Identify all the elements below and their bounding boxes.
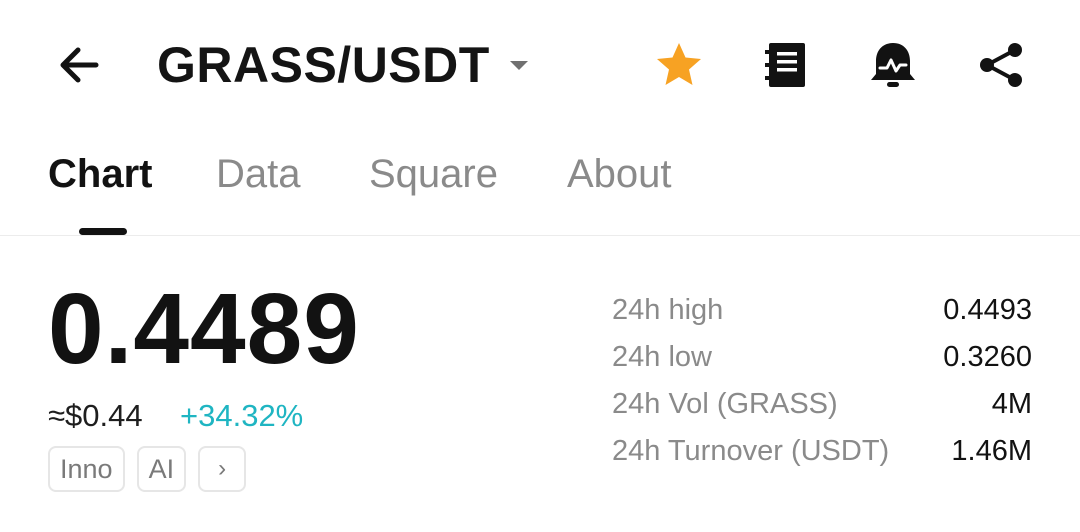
stat-label: 24h Turnover (USDT) (612, 435, 890, 467)
stat-row-24h-low: 24h low 0.3260 (612, 341, 1032, 388)
top-bar: GRASS/USDT (0, 0, 1080, 130)
stat-value: 1.46M (951, 435, 1032, 467)
stats-panel: 24h high 0.4493 24h low 0.3260 24h Vol (… (612, 294, 1032, 482)
stat-label: 24h high (612, 294, 724, 326)
stat-value: 4M (991, 388, 1032, 420)
market-detail-screen: GRASS/USDT Chart Data Square About 0.448… (0, 0, 1080, 532)
tags-more-chevron-icon[interactable]: › (198, 446, 247, 492)
pair-title: GRASS/USDT (157, 37, 490, 93)
tab-chart[interactable]: Chart (48, 152, 152, 197)
share-icon[interactable] (974, 38, 1028, 92)
notebook-icon[interactable] (760, 38, 814, 92)
tab-bar: Chart Data Square About (0, 140, 1080, 236)
tab-square[interactable]: Square (369, 152, 498, 197)
fiat-price: ≈$0.44 (48, 398, 143, 433)
back-arrow-icon[interactable] (52, 38, 106, 92)
active-tab-indicator (79, 228, 127, 235)
stat-value: 0.4493 (943, 294, 1032, 326)
tag-inno[interactable]: Inno (48, 446, 125, 492)
pair-selector[interactable]: GRASS/USDT (157, 30, 528, 100)
stat-label: 24h Vol (GRASS) (612, 388, 838, 420)
stat-value: 0.3260 (943, 341, 1032, 373)
price-change-percent: +34.32% (180, 398, 304, 433)
star-icon[interactable] (652, 38, 706, 92)
tag-ai[interactable]: AI (136, 446, 187, 492)
stat-label: 24h low (612, 341, 712, 373)
tag-list: Inno AI › (48, 446, 247, 492)
last-price: 0.4489 (48, 273, 360, 385)
stat-row-24h-turnover: 24h Turnover (USDT) 1.46M (612, 435, 1032, 482)
tab-about[interactable]: About (567, 152, 672, 197)
tab-data[interactable]: Data (216, 152, 301, 197)
caret-down-icon (509, 60, 528, 70)
stat-row-24h-vol: 24h Vol (GRASS) 4M (612, 388, 1032, 435)
stat-row-24h-high: 24h high 0.4493 (612, 294, 1032, 341)
price-alert-bell-icon[interactable] (866, 38, 920, 92)
